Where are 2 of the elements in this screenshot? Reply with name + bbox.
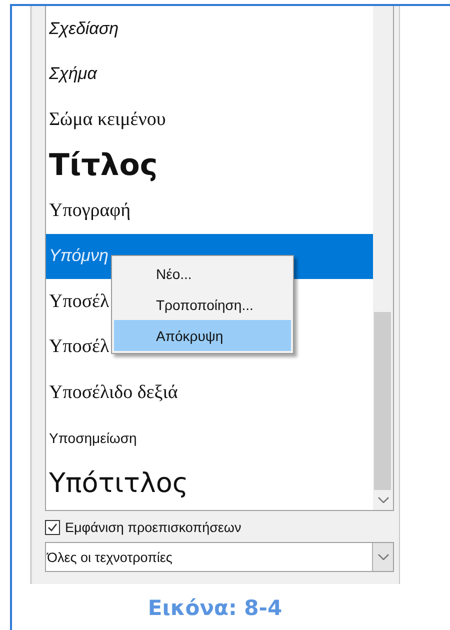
checkbox-label: Εμφάνιση προεπισκοπήσεων — [65, 520, 242, 534]
figure-caption: Εικόνα: 8-4 — [148, 596, 282, 620]
